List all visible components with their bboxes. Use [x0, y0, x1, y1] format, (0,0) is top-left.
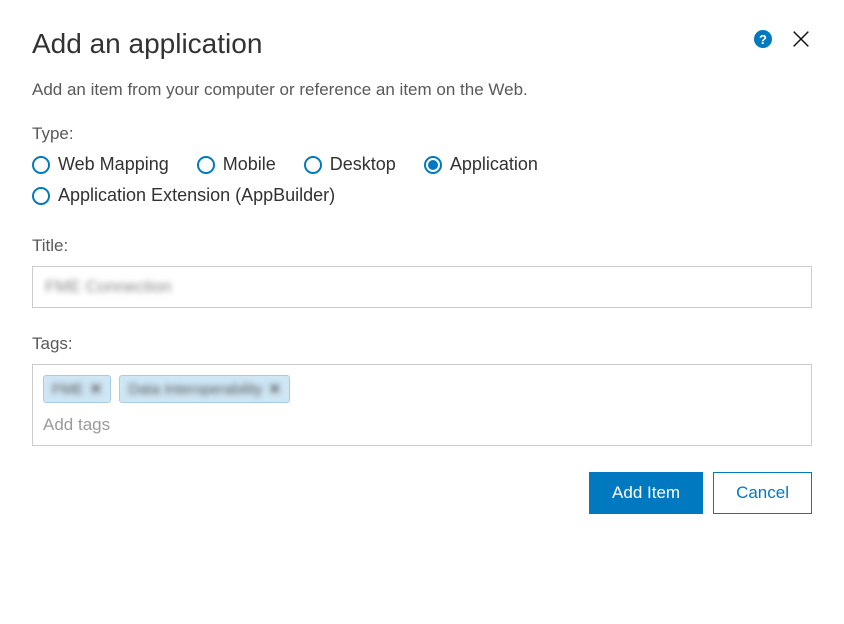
radio-circle-icon — [32, 187, 50, 205]
type-radio-mobile[interactable]: Mobile — [197, 154, 276, 175]
tag-chip[interactable]: FME ✕ — [43, 375, 111, 403]
radio-label: Web Mapping — [58, 154, 169, 175]
tags-input[interactable] — [43, 413, 801, 437]
dialog-top-icons: ? — [754, 28, 812, 50]
radio-circle-icon — [424, 156, 442, 174]
tag-chip-label: Data Interoperability — [128, 381, 262, 398]
title-input-value: FME Connection — [45, 277, 172, 296]
tag-chip-label: FME — [52, 381, 84, 398]
type-radio-group: Web Mapping Mobile Desktop Application Appli… — [32, 154, 812, 206]
tag-chip[interactable]: Data Interoperability ✕ — [119, 375, 290, 403]
type-radio-desktop[interactable]: Desktop — [304, 154, 396, 175]
radio-circle-icon — [197, 156, 215, 174]
type-radio-web-mapping[interactable]: Web Mapping — [32, 154, 169, 175]
radio-circle-icon — [32, 156, 50, 174]
tag-remove-icon[interactable]: ✕ — [90, 380, 103, 398]
tag-remove-icon[interactable]: ✕ — [269, 380, 282, 398]
title-label: Title: — [32, 236, 812, 256]
dialog-title: Add an application — [32, 28, 812, 60]
tags-box[interactable]: FME ✕ Data Interoperability ✕ — [32, 364, 812, 446]
radio-label: Mobile — [223, 154, 276, 175]
dialog-button-row: Add Item Cancel — [32, 472, 812, 514]
close-icon[interactable] — [790, 28, 812, 50]
type-radio-application[interactable]: Application — [424, 154, 538, 175]
radio-label: Application Extension (AppBuilder) — [58, 185, 335, 206]
add-application-dialog: ? Add an application Add an item from yo… — [0, 0, 844, 624]
tag-chip-row: FME ✕ Data Interoperability ✕ — [43, 375, 801, 403]
radio-label: Desktop — [330, 154, 396, 175]
add-item-button[interactable]: Add Item — [589, 472, 703, 514]
dialog-subtitle: Add an item from your computer or refere… — [32, 80, 812, 100]
radio-label: Application — [450, 154, 538, 175]
tags-label: Tags: — [32, 334, 812, 354]
type-label: Type: — [32, 124, 812, 144]
type-radio-app-extension[interactable]: Application Extension (AppBuilder) — [32, 185, 335, 206]
cancel-button[interactable]: Cancel — [713, 472, 812, 514]
help-icon[interactable]: ? — [754, 30, 772, 48]
radio-circle-icon — [304, 156, 322, 174]
title-input[interactable]: FME Connection — [32, 266, 812, 308]
